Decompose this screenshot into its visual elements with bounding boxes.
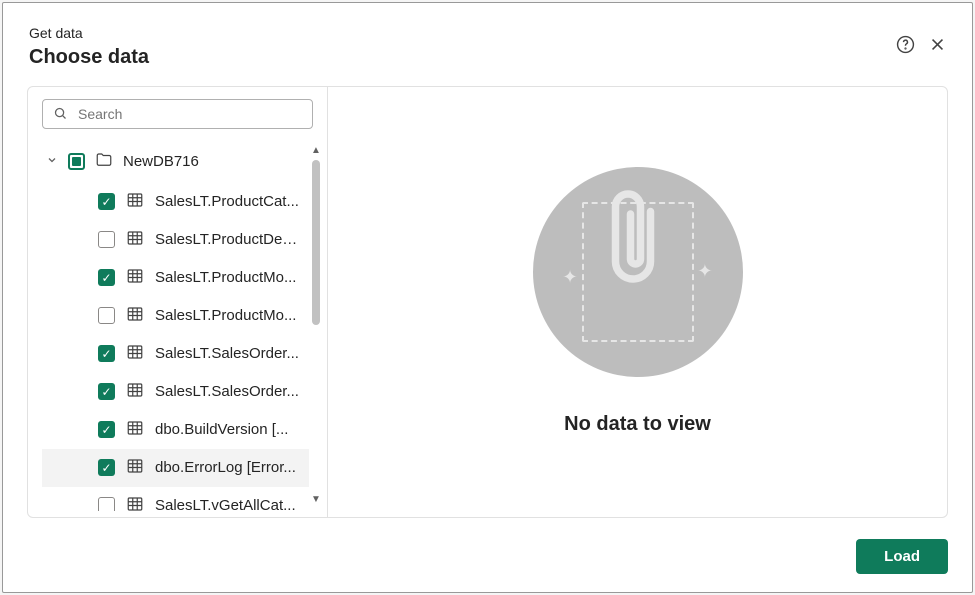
table-icon bbox=[126, 457, 144, 479]
navigator-panel: NewDB716 SalesLT.ProductCat... SalesLT.Pr… bbox=[28, 87, 328, 517]
tree-root-node[interactable]: NewDB716 bbox=[42, 145, 309, 183]
dialog-header: Get data Choose data bbox=[3, 3, 972, 80]
help-icon[interactable] bbox=[896, 35, 915, 59]
scroll-up-icon[interactable]: ▲ bbox=[311, 145, 321, 156]
scrollbar-thumb[interactable] bbox=[312, 160, 320, 325]
preview-panel: ✦ ✦ No data to view bbox=[328, 87, 947, 517]
item-checkbox[interactable] bbox=[98, 383, 115, 400]
tree-item[interactable]: SalesLT.ProductMo... bbox=[42, 297, 309, 335]
tree-item[interactable]: SalesLT.ProductMo... bbox=[42, 259, 309, 297]
item-label: SalesLT.ProductMo... bbox=[155, 307, 301, 324]
dialog-subtitle: Get data bbox=[29, 25, 149, 43]
tree-item[interactable]: SalesLT.SalesOrder... bbox=[42, 335, 309, 373]
item-checkbox[interactable] bbox=[98, 231, 115, 248]
item-label: SalesLT.ProductMo... bbox=[155, 269, 301, 286]
item-checkbox[interactable] bbox=[98, 459, 115, 476]
table-icon bbox=[126, 191, 144, 213]
sparkle-icon: ✦ bbox=[697, 261, 712, 282]
item-checkbox[interactable] bbox=[98, 307, 115, 324]
search-input[interactable] bbox=[76, 105, 302, 123]
paperclip-icon bbox=[608, 189, 668, 289]
folder-icon bbox=[95, 151, 113, 173]
search-icon bbox=[53, 106, 68, 121]
table-icon bbox=[126, 495, 144, 511]
table-icon bbox=[126, 305, 144, 327]
table-icon bbox=[126, 267, 144, 289]
tree-item[interactable]: dbo.ErrorLog [Error... bbox=[42, 449, 309, 487]
table-icon bbox=[126, 381, 144, 403]
item-checkbox[interactable] bbox=[98, 345, 115, 362]
scroll-down-icon[interactable]: ▼ bbox=[311, 494, 321, 505]
root-checkbox[interactable] bbox=[68, 153, 85, 170]
item-label: SalesLT.ProductCat... bbox=[155, 193, 301, 210]
item-checkbox[interactable] bbox=[98, 497, 115, 511]
item-checkbox[interactable] bbox=[98, 421, 115, 438]
item-label: dbo.BuildVersion [... bbox=[155, 421, 301, 438]
content-area: NewDB716 SalesLT.ProductCat... SalesLT.Pr… bbox=[27, 86, 948, 518]
item-label: dbo.ErrorLog [Error... bbox=[155, 459, 301, 476]
sparkle-icon: ✦ bbox=[563, 267, 578, 288]
item-checkbox[interactable] bbox=[98, 269, 115, 286]
load-button[interactable]: Load bbox=[856, 539, 948, 574]
tree-item[interactable]: dbo.BuildVersion [... bbox=[42, 411, 309, 449]
dialog-title: Choose data bbox=[29, 45, 149, 70]
tree-item[interactable]: SalesLT.ProductDes... bbox=[42, 221, 309, 259]
table-icon bbox=[126, 229, 144, 251]
tree-item[interactable]: SalesLT.vGetAllCat... bbox=[42, 487, 309, 511]
empty-illustration: ✦ ✦ bbox=[533, 167, 743, 377]
header-actions bbox=[896, 25, 946, 59]
tree-scrollbar[interactable]: ▲ ▼ bbox=[311, 139, 327, 511]
chevron-down-icon[interactable] bbox=[46, 153, 58, 170]
tree-item[interactable]: SalesLT.ProductCat... bbox=[42, 183, 309, 221]
table-icon bbox=[126, 419, 144, 441]
dialog: Get data Choose data bbox=[2, 2, 973, 593]
object-tree: NewDB716 SalesLT.ProductCat... SalesLT.Pr… bbox=[42, 139, 311, 511]
empty-message: No data to view bbox=[564, 413, 711, 436]
table-icon bbox=[126, 343, 144, 365]
root-label: NewDB716 bbox=[123, 153, 199, 170]
tree-item[interactable]: SalesLT.SalesOrder... bbox=[42, 373, 309, 411]
item-label: SalesLT.ProductDes... bbox=[155, 231, 301, 248]
item-checkbox[interactable] bbox=[98, 193, 115, 210]
item-label: SalesLT.SalesOrder... bbox=[155, 345, 301, 362]
dialog-footer: Load bbox=[856, 539, 948, 574]
item-label: SalesLT.SalesOrder... bbox=[155, 383, 301, 400]
close-icon[interactable] bbox=[929, 36, 946, 58]
scrollbar-track[interactable] bbox=[312, 160, 320, 490]
search-box[interactable] bbox=[42, 99, 313, 129]
title-block: Get data Choose data bbox=[29, 25, 149, 70]
item-label: SalesLT.vGetAllCat... bbox=[155, 497, 301, 511]
